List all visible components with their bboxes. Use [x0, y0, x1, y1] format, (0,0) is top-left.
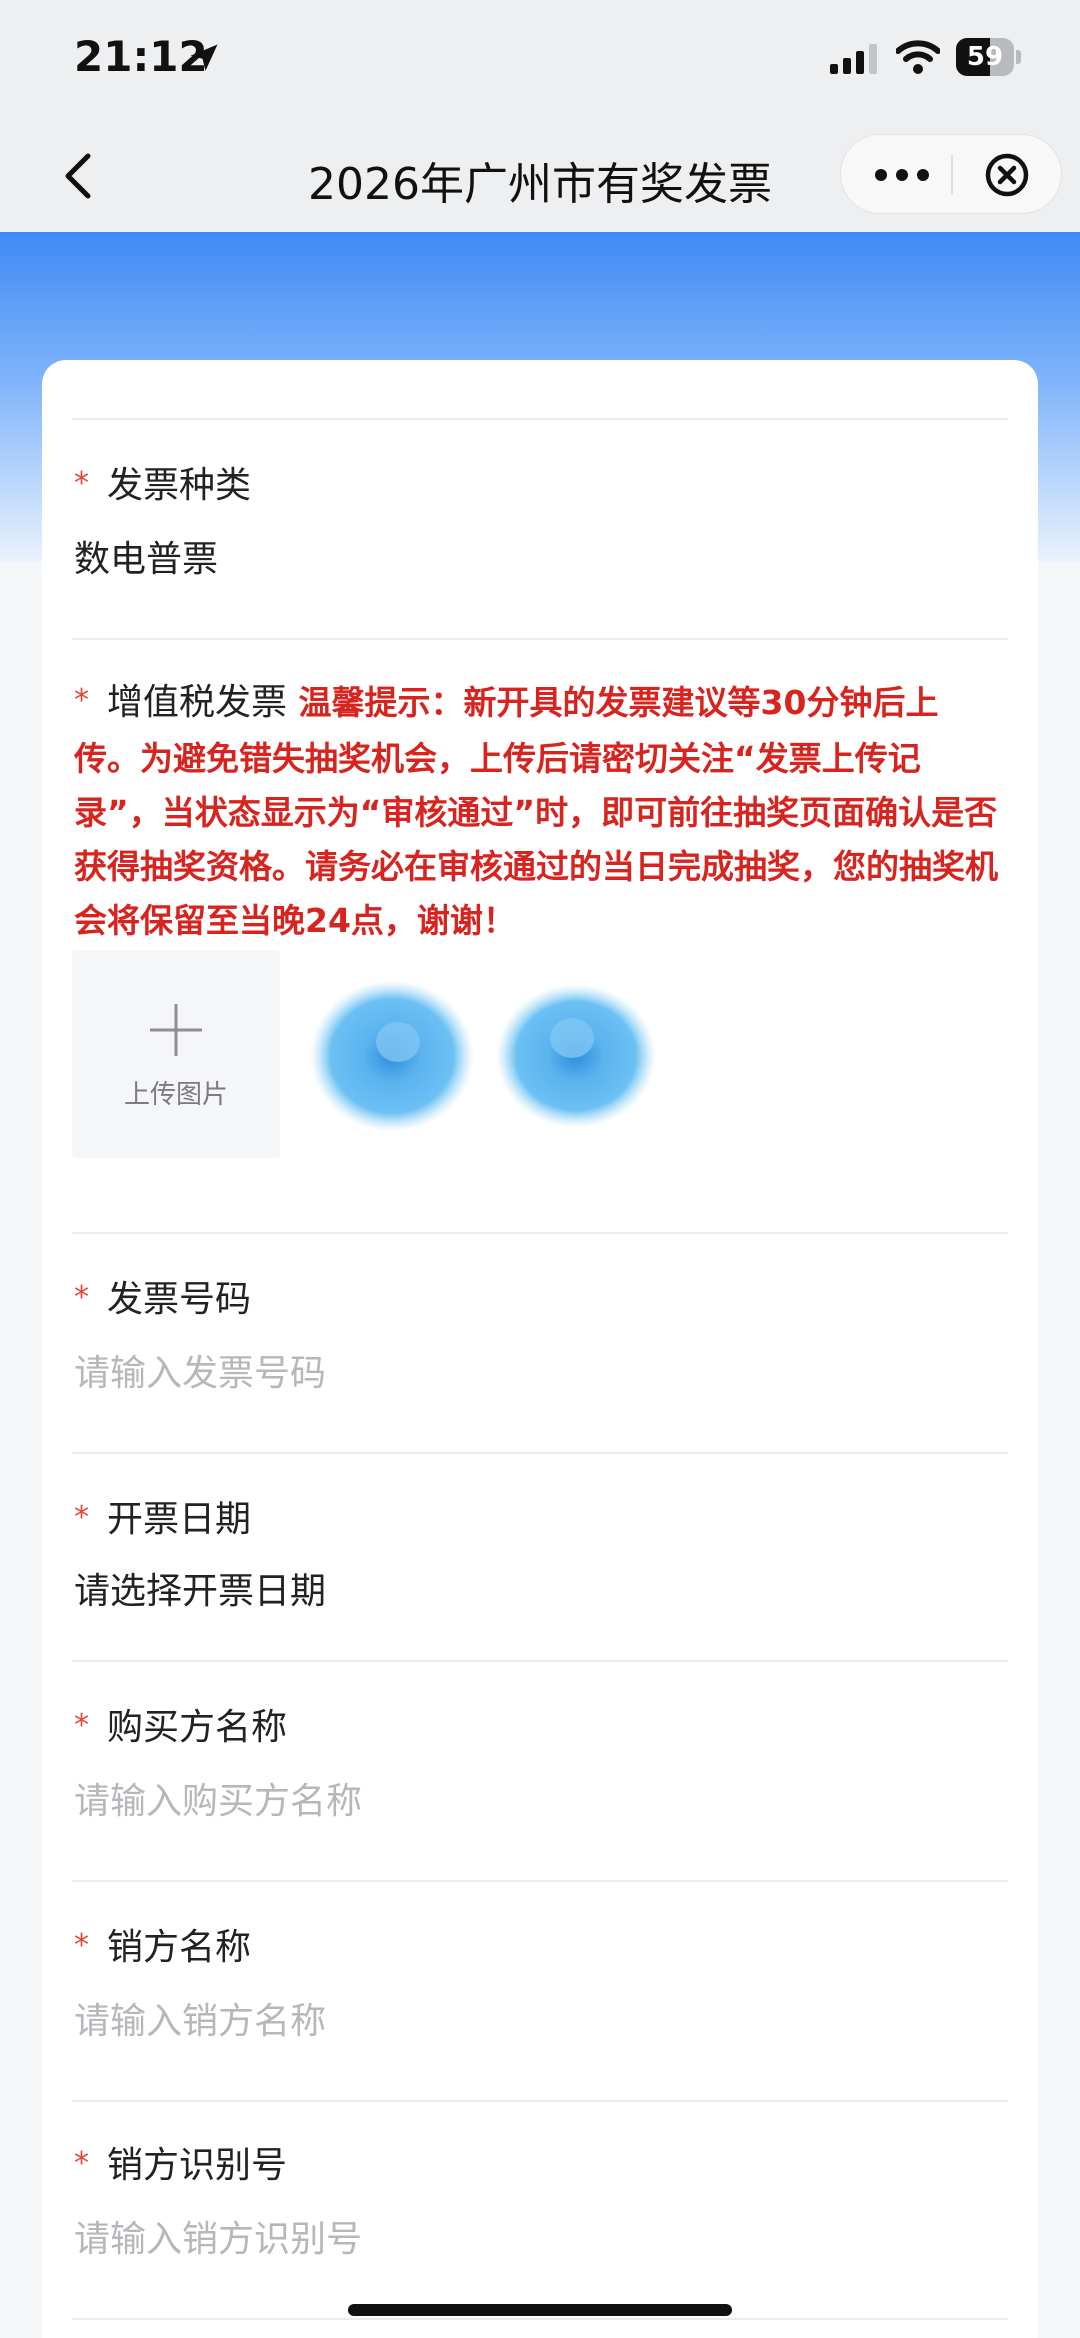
battery-icon: 59 [956, 38, 1022, 76]
vat-invoice-field: * 增值税发票 温馨提示：新开具的发票建议等30分钟后上传。为避免错失抽奖机会，上… [74, 676, 1004, 948]
divider [72, 1232, 1008, 1234]
invoice-number-input[interactable]: 请输入发票号码 [74, 1344, 326, 1396]
battery-level: 59 [966, 42, 1004, 72]
divider [72, 1452, 1008, 1454]
wifi-icon [896, 40, 940, 74]
home-indicator [348, 2304, 732, 2316]
seller-id-label: * 销方识别号 [74, 2136, 287, 2188]
status-bar: 21:12 59 [0, 0, 1080, 120]
invoice-number-label: * 发票号码 [74, 1270, 251, 1322]
page-title: 2026年广州市有奖发票 [308, 159, 772, 210]
required-mark: * [74, 1708, 89, 1743]
invoice-type-value[interactable]: 数电普票 [74, 530, 218, 582]
vat-invoice-label: 增值税发票 [107, 682, 288, 723]
invoice-number-label-text: 发票号码 [107, 1279, 252, 1320]
required-mark: * [74, 2146, 89, 2181]
invoice-date-picker[interactable]: 请选择开票日期 [74, 1562, 326, 1614]
nav-bar: 2026年广州市有奖发票 [0, 120, 1080, 232]
required-mark: * [74, 1280, 89, 1315]
seller-name-input[interactable]: 请输入销方名称 [74, 1992, 326, 2044]
uploaded-image-thumbnail[interactable] [494, 976, 664, 1136]
invoice-date-label: * 开票日期 [74, 1490, 251, 1542]
divider [72, 2100, 1008, 2102]
upload-image-button[interactable]: 上传图片 [72, 950, 280, 1158]
miniprogram-capsule [840, 134, 1062, 214]
buyer-name-label-text: 购买方名称 [107, 1707, 288, 1748]
battery-cap [1016, 50, 1021, 64]
battery-body: 59 [956, 38, 1014, 76]
seller-id-label-text: 销方识别号 [107, 2145, 288, 2186]
buyer-name-label: * 购买方名称 [74, 1698, 287, 1750]
divider [72, 638, 1008, 640]
plus-icon [150, 1004, 202, 1056]
seller-id-input[interactable]: 请输入销方识别号 [74, 2210, 362, 2262]
divider [72, 2318, 1008, 2320]
required-mark: * [74, 1928, 89, 1963]
signal-icon [830, 44, 877, 74]
more-icon[interactable] [867, 155, 937, 195]
divider [72, 418, 1008, 420]
upload-label: 上传图片 [123, 1080, 228, 1110]
divider [72, 1660, 1008, 1662]
divider [72, 1880, 1008, 1882]
seller-name-label: * 销方名称 [74, 1918, 251, 1970]
required-mark: * [74, 683, 89, 718]
seller-name-label-text: 销方名称 [107, 1927, 252, 1968]
invoice-type-label: * 发票种类 [74, 456, 251, 508]
location-arrow-icon [190, 44, 218, 71]
required-mark: * [74, 466, 89, 501]
back-icon[interactable] [54, 144, 104, 208]
buyer-name-input[interactable]: 请输入购买方名称 [74, 1772, 362, 1824]
invoice-date-label-text: 开票日期 [107, 1499, 252, 1540]
invoice-type-label-text: 发票种类 [107, 465, 252, 506]
capsule-divider [951, 155, 953, 195]
close-icon[interactable] [983, 151, 1031, 199]
uploaded-image-thumbnail[interactable] [310, 976, 480, 1136]
required-mark: * [74, 1500, 89, 1535]
